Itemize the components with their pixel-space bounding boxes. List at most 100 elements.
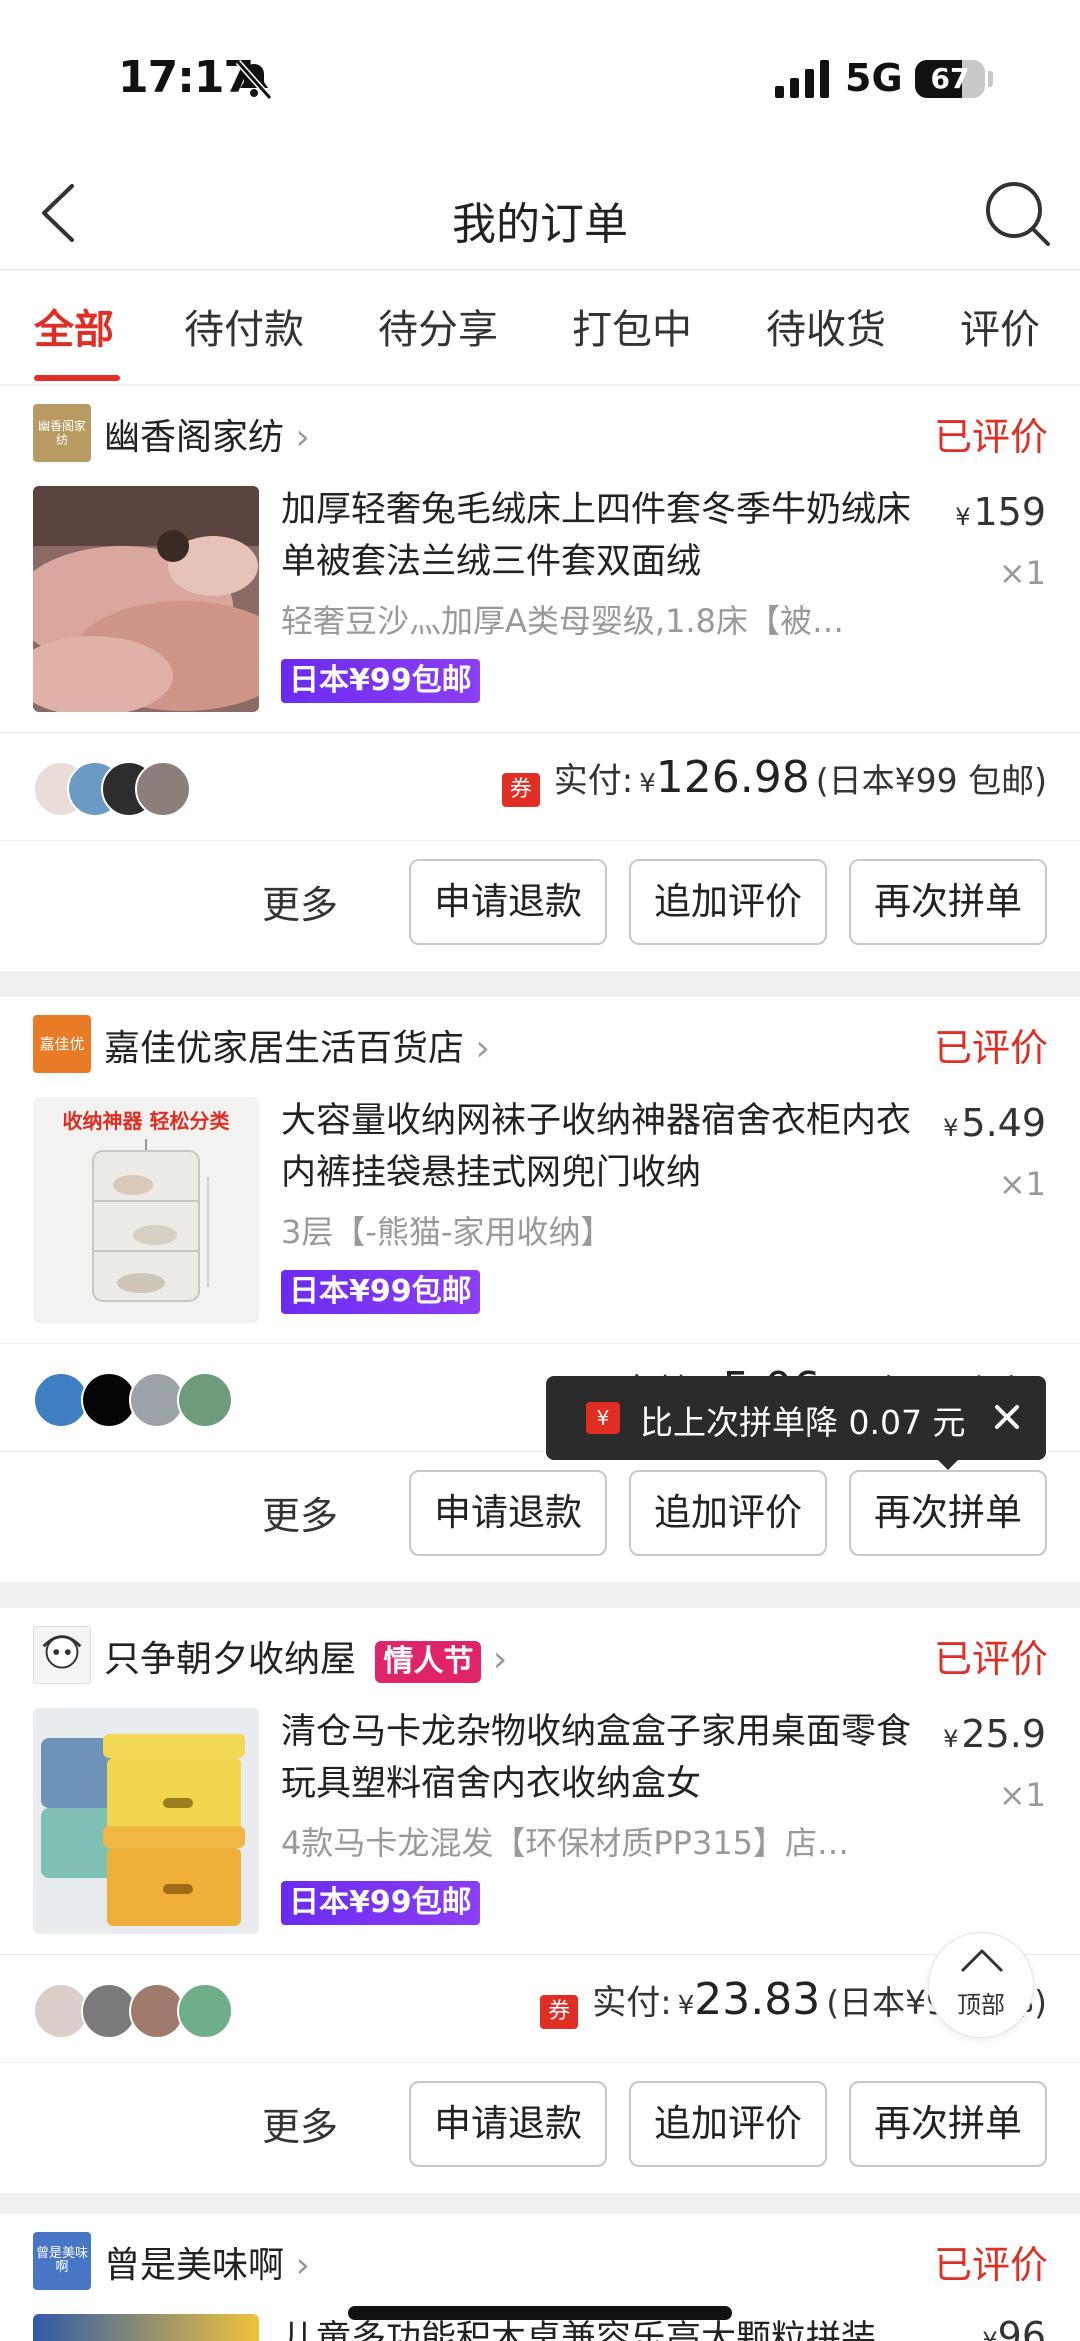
battery-tip — [988, 71, 993, 87]
chevron-right-icon: › — [475, 1028, 490, 1069]
page-title: 我的订单 — [452, 199, 628, 250]
shipping-note: (日本¥99 包邮) — [815, 761, 1047, 800]
avatar — [177, 1983, 233, 2039]
order-status: 已评价 — [933, 2243, 1048, 2287]
product-image[interactable]: 收纳神器 轻松分类 — [33, 1097, 259, 1323]
status-bar: 17:17 5G 67 — [0, 0, 1080, 160]
shipping-promo-tag: 日本¥99包邮 — [281, 1270, 480, 1314]
reorder-button[interactable]: 再次拼单 — [849, 1470, 1047, 1556]
network-type: 5G — [845, 56, 903, 100]
shop-name: 嘉佳优家居生活百货店 — [104, 1028, 465, 1069]
shop-name-link[interactable]: 幽香阁家纺 › — [104, 408, 310, 460]
reorder-button[interactable]: 再次拼单 — [849, 2081, 1047, 2167]
product-price: ¥25.9 — [943, 1712, 1046, 1756]
reorder-button[interactable]: 再次拼单 — [849, 859, 1047, 945]
product-title[interactable]: 大容量收纳网袜子收纳神器宿舍衣柜内衣内裤挂袋悬挂式网兜门收纳 — [281, 1095, 911, 1199]
product-price: ¥159 — [955, 490, 1046, 534]
currency-symbol: ¥ — [982, 2327, 998, 2341]
close-icon[interactable] — [984, 1394, 1030, 1440]
product-spec: 4款马卡龙混发【环保材质PP315】店… — [281, 1824, 850, 1862]
tab-pending-share[interactable]: 待分享 — [378, 297, 498, 355]
active-tab-indicator — [34, 375, 120, 381]
product-image[interactable] — [33, 2314, 259, 2341]
currency-symbol: ¥ — [677, 1991, 695, 2021]
add-review-button[interactable]: 追加评价 — [629, 2081, 827, 2167]
search-icon[interactable] — [982, 178, 1052, 248]
nav-header: 我的订单 — [0, 160, 1080, 270]
order-status: 已评价 — [933, 415, 1048, 459]
chevron-right-icon: › — [492, 1639, 508, 1680]
refund-button[interactable]: 申请退款 — [409, 2081, 607, 2167]
product-quantity: ×1 — [998, 1165, 1046, 1203]
paid-amount: 126.98 — [655, 752, 810, 803]
tooltip-text: 比上次拼单降 0.07 元 — [640, 1403, 966, 1442]
product-title[interactable]: 清仓马卡龙杂物收纳盒盒子家用桌面零食玩具塑料宿舍内衣收纳盒女 — [281, 1706, 911, 1810]
price-value: 96 — [997, 2314, 1046, 2341]
avatar — [135, 761, 191, 817]
paid-label: 实付: — [553, 761, 634, 801]
battery-level: 67 — [930, 62, 970, 95]
paid-amount: 23.83 — [694, 1974, 821, 2025]
avatar — [177, 1372, 233, 1428]
paid-label: 实付: — [592, 1983, 672, 2023]
order-status: 已评价 — [933, 1637, 1048, 1681]
shop-name-link[interactable]: 只争朝夕收纳屋 情人节 › — [104, 1630, 507, 1683]
coupon-icon: 券 — [501, 773, 540, 807]
shop-logo[interactable] — [33, 1626, 91, 1684]
paid-amount-line: 券 实付: ¥ 126.98 (日本¥99 包邮) — [501, 752, 1047, 807]
order-card: 幽香阁家纺 幽香阁家纺 › 已评价 加厚轻奢兔毛绒床上四件套冬季牛奶绒床单被套法… — [0, 386, 1080, 971]
currency-symbol: ¥ — [955, 503, 971, 531]
shop-name-link[interactable]: 曾是美味啊 › — [104, 2236, 310, 2288]
shop-name: 只争朝夕收纳屋 — [104, 1639, 357, 1680]
shop-name: 曾是美味啊 — [104, 2245, 285, 2286]
more-button[interactable]: 更多 — [262, 2096, 338, 2151]
order-card: 曾是美味啊 曾是美味啊 › 已评价 儿童多功能积木桌兼容乐高大颗粒拼装 ¥96 — [0, 2214, 1080, 2341]
product-spec: 轻奢豆沙灬加厚A类母婴级,1.8床【被… — [281, 602, 844, 640]
divider — [0, 840, 1080, 841]
divider — [0, 2062, 1080, 2063]
tab-packing[interactable]: 打包中 — [572, 297, 692, 355]
refund-button[interactable]: 申请退款 — [409, 859, 607, 945]
shop-logo[interactable]: 嘉佳优 — [33, 1015, 91, 1073]
shipping-promo-tag: 日本¥99包邮 — [281, 659, 480, 703]
shop-name-link[interactable]: 嘉佳优家居生活百货店 › — [104, 1019, 490, 1071]
shop-logo[interactable]: 幽香阁家纺 — [33, 404, 91, 462]
product-spec: 3层【-熊猫-家用收纳】 — [281, 1213, 613, 1251]
currency-symbol: ¥ — [943, 1114, 959, 1142]
currency-symbol: ¥ — [943, 1725, 959, 1753]
tooltip-arrow — [936, 1458, 960, 1470]
product-image[interactable] — [33, 1708, 259, 1934]
product-title[interactable]: 加厚轻奢兔毛绒床上四件套冬季牛奶绒床单被套法兰绒三件套双面绒 — [281, 484, 911, 588]
divider — [0, 1954, 1080, 1955]
more-button[interactable]: 更多 — [262, 874, 338, 929]
tab-pending-receipt[interactable]: 待收货 — [766, 297, 886, 355]
coupon-icon: 券 — [540, 1995, 579, 2029]
back-to-top-button[interactable]: 顶部 — [928, 1932, 1034, 2038]
festival-badge: 情人节 — [375, 1641, 482, 1683]
bell-muted-icon — [235, 60, 273, 100]
shop-logo[interactable]: 曾是美味啊 — [33, 2232, 91, 2290]
signal-icon — [775, 60, 829, 98]
battery-icon: 67 — [915, 60, 985, 98]
order-status: 已评价 — [933, 1026, 1048, 1070]
product-price: ¥96 — [982, 2314, 1046, 2341]
add-review-button[interactable]: 追加评价 — [629, 1470, 827, 1556]
divider — [0, 1343, 1080, 1344]
order-card: 嘉佳优 嘉佳优家居生活百货店 › 已评价 收纳神器 轻松分类 大容量收纳网袜子收… — [0, 997, 1080, 1582]
add-review-button[interactable]: 追加评价 — [629, 859, 827, 945]
arrow-up-icon — [960, 1949, 1004, 1973]
more-button[interactable]: 更多 — [262, 1485, 338, 1540]
product-image[interactable] — [33, 486, 259, 712]
refund-button[interactable]: 申请退款 — [409, 1470, 607, 1556]
tab-pending-payment[interactable]: 待付款 — [184, 297, 304, 355]
product-quantity: ×1 — [998, 554, 1046, 592]
tab-all[interactable]: 全部 — [34, 297, 114, 355]
coupon-icon: ¥ — [586, 1402, 620, 1434]
chevron-right-icon: › — [295, 2245, 310, 2286]
price-value: 5.49 — [961, 1101, 1046, 1145]
order-card: 只争朝夕收纳屋 情人节 › 已评价 清仓马卡龙杂物收纳盒盒子家用桌面零食玩具塑料… — [0, 1608, 1080, 2193]
tab-review[interactable]: 评价 — [960, 297, 1040, 355]
price-drop-tooltip: ¥ 比上次拼单降 0.07 元 — [546, 1376, 1046, 1460]
divider — [0, 732, 1080, 733]
chevron-right-icon: › — [295, 417, 310, 458]
